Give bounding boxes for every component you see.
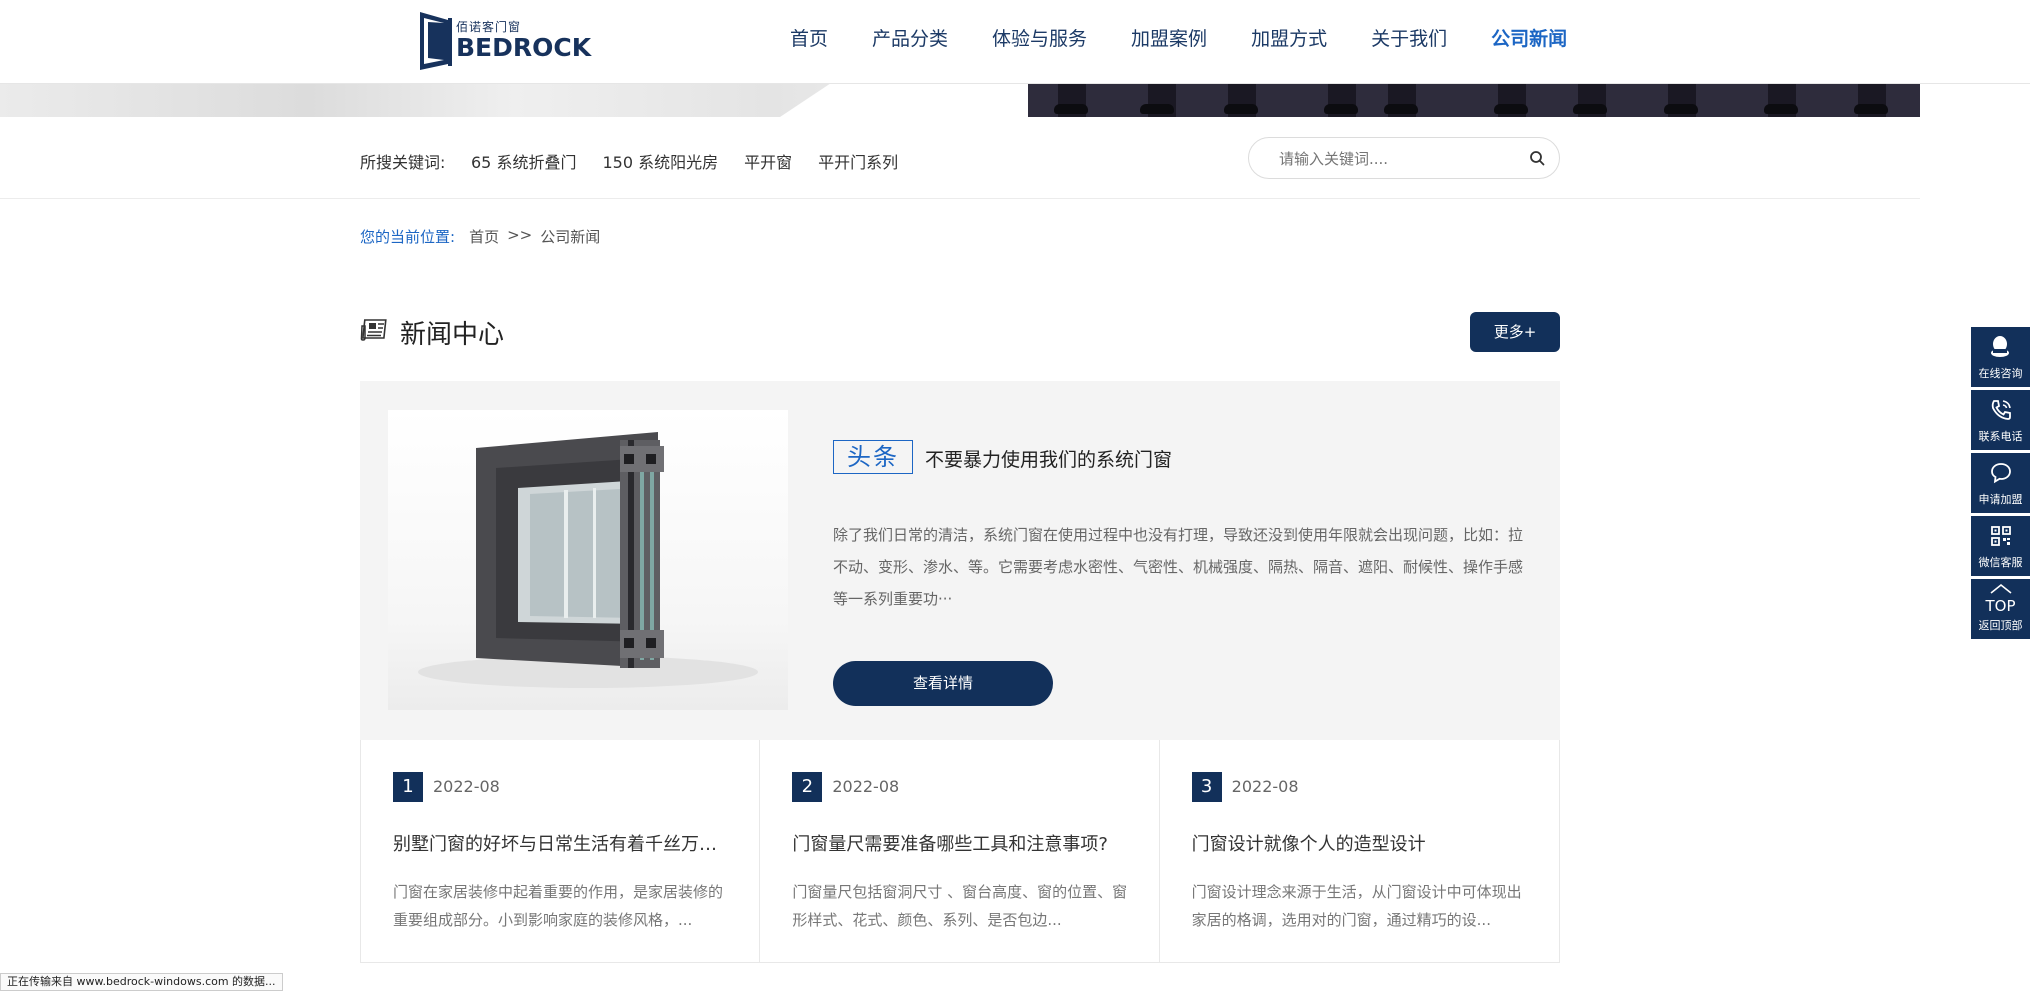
qrcode-icon [1991,526,2011,546]
nav-item-franchise[interactable]: 加盟方式 [1251,24,1327,54]
keyword-link[interactable]: 65 系统折叠门 [471,149,576,173]
contact-phone-button[interactable]: 联系电话 [1971,390,2030,450]
sidebar-label: 联系电话 [1978,430,2023,443]
brand-name-en: BEDROCK [456,32,592,62]
search-icon[interactable] [1529,150,1545,166]
phone-icon [1991,400,2011,420]
top-arrow-icon [1990,583,2012,594]
news-summary: 门窗量尺包括窗洞尺寸 、窗台高度、窗的位置、窗形样式、花式、颜色、系列、是否包边… [792,883,1128,929]
sidebar-label: 返回顶部 [1978,619,2023,632]
headline-tag: 头条 [833,440,913,474]
breadcrumb-current[interactable]: 公司新闻 [540,226,600,247]
nav-item-experience[interactable]: 体验与服务 [992,24,1087,54]
keyword-list: 65 系统折叠门 150 系统阳光房 平开窗 平开门系列 [471,149,924,173]
news-number-badge: 3 [1191,772,1222,802]
brand-name-cn: 佰诺客门窗 [456,19,522,34]
news-summary: 门窗在家居装修中起着重要的作用，是家居装修的重要组成部分。小到影响家庭的装修风格… [393,883,724,929]
wechat-service-button[interactable]: 微信客服 [1971,516,2030,576]
news-date: 2022-08 [433,777,500,796]
news-date: 2022-08 [1231,777,1299,796]
qq-icon [1991,336,2009,357]
news-number-badge: 2 [792,772,823,802]
news-card[interactable]: 2 2022-08 门窗量尺需要准备哪些工具和注意事项? 门窗量尺包括窗洞尺寸 … [760,740,1160,962]
banner-marble [0,84,1028,117]
news-list: 1 2022-08 别墅门窗的好坏与日常生活有着千丝万缕... 门窗在家居装修中… [360,740,1560,963]
browser-status-bar: 正在传输来自 www.bedrock-windows.com 的数据... [0,973,283,991]
banner-people-photo [1028,84,1920,117]
banner-image [0,84,1920,117]
sidebar-label: 微信客服 [1978,556,2023,569]
nav-item-products[interactable]: 产品分类 [872,24,948,54]
breadcrumb-separator: >> [507,226,533,244]
keyword-bar: 所搜关键词: 65 系统折叠门 150 系统阳光房 平开窗 平开门系列 [0,117,1920,199]
newspaper-icon [360,318,388,342]
view-details-button[interactable]: 查看详情 [833,661,1053,706]
back-to-top-button[interactable]: TOP 返回顶部 [1971,579,2030,639]
featured-description: 除了我们日常的清洁，系统门窗在使用过程中也没有打理，导致还没到使用年限就会出现问… [833,526,1524,608]
keyword-link[interactable]: 150 系统阳光房 [602,149,718,173]
news-card[interactable]: 3 2022-08 门窗设计就像个人的造型设计 门窗设计理念来源于生活，从门窗设… [1159,740,1559,962]
chat-icon [1991,463,2011,484]
news-title[interactable]: 门窗量尺需要准备哪些工具和注意事项? [792,830,1132,856]
news-title[interactable]: 门窗设计就像个人的造型设计 [1192,830,1532,856]
logo-door-icon [418,8,454,70]
news-title[interactable]: 别墅门窗的好坏与日常生活有着千丝万缕... [393,830,733,856]
breadcrumb: 您的当前位置: 首页 >> 公司新闻 [360,226,600,247]
nav-item-home[interactable]: 首页 [790,24,828,54]
news-section-header: 新闻中心 更多+ [360,312,1560,352]
apply-franchise-button[interactable]: 申请加盟 [1971,453,2030,513]
nav-item-cases[interactable]: 加盟案例 [1131,24,1207,54]
breadcrumb-lead: 您的当前位置: [360,228,456,246]
search-box [1248,137,1560,179]
breadcrumb-home[interactable]: 首页 [469,226,499,247]
search-input[interactable] [1279,148,1509,170]
more-button[interactable]: 更多+ [1470,312,1560,352]
keyword-link[interactable]: 平开门系列 [818,149,898,173]
featured-window-profile-image[interactable] [388,410,788,710]
news-number-badge: 1 [393,772,423,802]
sidebar-label: 在线咨询 [1978,367,2023,380]
keywords-label: 所搜关键词: [360,153,446,172]
featured-news: 头条 不要暴力使用我们的系统门窗 除了我们日常的清洁，系统门窗在使用过程中也没有… [360,381,1560,740]
online-consult-button[interactable]: 在线咨询 [1971,327,2030,387]
main-nav: 首页 产品分类 体验与服务 加盟案例 加盟方式 关于我们 公司新闻 [790,24,1611,54]
top-text: TOP [1985,597,2016,615]
nav-item-about[interactable]: 关于我们 [1371,24,1447,54]
featured-title[interactable]: 不要暴力使用我们的系统门窗 [925,445,1172,472]
news-card[interactable]: 1 2022-08 别墅门窗的好坏与日常生活有着千丝万缕... 门窗在家居装修中… [361,740,761,962]
news-summary: 门窗设计理念来源于生活，从门窗设计中可体现出家居的格调，选用对的门窗，通过精巧的… [1191,883,1522,929]
floating-contact-sidebar: 在线咨询 联系电话 申请加盟 微信客服 TOP 返回顶部 [1971,327,2030,642]
site-header: 佰诺客门窗 BEDROCK 首页 产品分类 体验与服务 加盟案例 加盟方式 关于… [0,0,2030,84]
news-date: 2022-08 [832,777,900,796]
brand-logo[interactable]: 佰诺客门窗 BEDROCK [418,8,591,70]
section-title: 新闻中心 [400,320,505,350]
sidebar-label: 申请加盟 [1978,493,2023,506]
keyword-link[interactable]: 平开窗 [744,149,792,173]
nav-item-news[interactable]: 公司新闻 [1491,24,1567,54]
